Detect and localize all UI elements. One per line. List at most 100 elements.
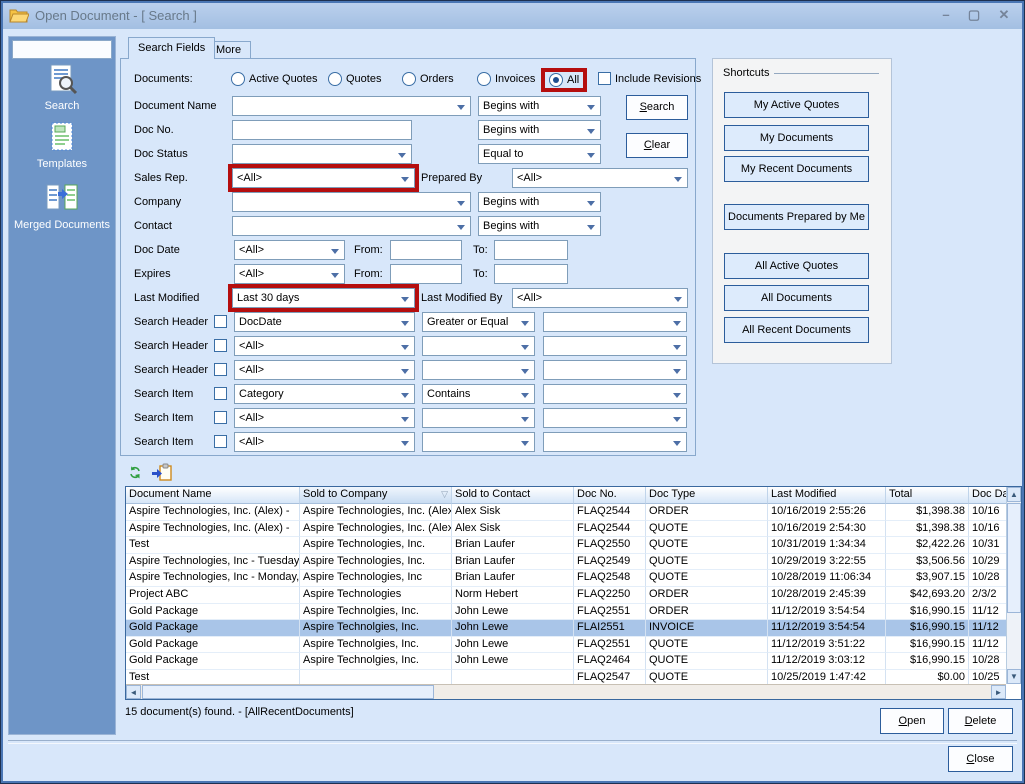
column-header-sold-to-company[interactable]: Sold to Company▽: [300, 487, 452, 504]
chevron-down-icon[interactable]: [521, 345, 529, 350]
search-item-value-combo[interactable]: [543, 384, 687, 404]
company-combo[interactable]: [232, 192, 471, 212]
radio-icon[interactable]: [477, 72, 491, 86]
sales-rep-combo[interactable]: <All>: [232, 168, 415, 188]
chevron-down-icon[interactable]: [521, 393, 529, 398]
scroll-left-button[interactable]: ◄: [126, 685, 141, 699]
column-header-document-name[interactable]: Document Name: [126, 487, 300, 504]
chevron-down-icon[interactable]: [587, 105, 595, 110]
chevron-down-icon[interactable]: [457, 201, 465, 206]
chevron-down-icon[interactable]: [673, 417, 681, 422]
search-header-match-combo[interactable]: Greater or Equal: [422, 312, 535, 332]
chevron-down-icon[interactable]: [587, 129, 595, 134]
close-window-button[interactable]: ✕: [992, 5, 1016, 25]
all-recent-documents-button[interactable]: All Recent Documents: [724, 317, 869, 343]
chevron-down-icon[interactable]: [673, 369, 681, 374]
close-button[interactable]: Close: [948, 746, 1013, 772]
table-row[interactable]: Gold PackageAspire Technolgies, Inc.John…: [126, 637, 1006, 654]
chevron-down-icon[interactable]: [457, 225, 465, 230]
search-item-checkbox[interactable]: [214, 387, 227, 400]
scroll-up-button[interactable]: ▲: [1007, 487, 1021, 502]
chevron-down-icon[interactable]: [673, 321, 681, 326]
all-active-quotes-button[interactable]: All Active Quotes: [724, 253, 869, 279]
search-button[interactable]: Search: [626, 95, 688, 120]
doc-date-to-input[interactable]: [494, 240, 568, 260]
chevron-down-icon[interactable]: [401, 369, 409, 374]
search-item-field-combo[interactable]: <All>: [234, 432, 415, 452]
expires-from-input[interactable]: [390, 264, 462, 284]
prepared-by-combo[interactable]: <All>: [512, 168, 688, 188]
my-active-quotes-button[interactable]: My Active Quotes: [724, 92, 869, 118]
vertical-scrollbar[interactable]: ▲ ▼: [1006, 487, 1021, 684]
column-header-doc-date[interactable]: Doc Date: [969, 487, 1008, 504]
doc-status-combo[interactable]: [232, 144, 412, 164]
radio-quotes[interactable]: Quotes: [328, 72, 381, 86]
radio-all[interactable]: All: [545, 72, 583, 88]
chevron-down-icon[interactable]: [673, 345, 681, 350]
table-row[interactable]: TestFLAQ2547QUOTE10/25/2019 1:47:42$0.00…: [126, 670, 1006, 684]
chevron-down-icon[interactable]: [401, 177, 409, 182]
column-header-doc-no[interactable]: Doc No.: [574, 487, 646, 504]
sidebar-item-merged-documents[interactable]: Merged Documents: [9, 182, 115, 231]
chevron-down-icon[interactable]: [587, 201, 595, 206]
search-header-value-combo[interactable]: [543, 336, 687, 356]
chevron-down-icon[interactable]: [521, 369, 529, 374]
chevron-down-icon[interactable]: [674, 177, 682, 182]
search-header-field-combo[interactable]: <All>: [234, 360, 415, 380]
column-header-sold-to-contact[interactable]: Sold to Contact: [452, 487, 574, 504]
table-row[interactable]: Project ABCAspire TechnologiesNorm Heber…: [126, 587, 1006, 604]
search-item-value-combo[interactable]: [543, 408, 687, 428]
horizontal-scrollbar[interactable]: ◄ ►: [126, 684, 1006, 699]
include-revisions-checkbox[interactable]: Include Revisions: [598, 72, 701, 85]
expires-combo[interactable]: <All>: [234, 264, 345, 284]
radio-icon-selected[interactable]: [549, 73, 563, 87]
chevron-down-icon[interactable]: [521, 321, 529, 326]
search-header-field-combo[interactable]: <All>: [234, 336, 415, 356]
chevron-down-icon[interactable]: [401, 297, 409, 302]
column-header-last-modified[interactable]: Last Modified: [768, 487, 886, 504]
search-item-match-combo[interactable]: [422, 408, 535, 428]
chevron-down-icon[interactable]: [398, 153, 406, 158]
chevron-down-icon[interactable]: [521, 441, 529, 446]
table-row[interactable]: TestAspire Technologies, Inc.Brian Laufe…: [126, 537, 1006, 554]
search-header-value-combo[interactable]: [543, 360, 687, 380]
minimize-button[interactable]: –: [934, 5, 958, 25]
last-modified-combo[interactable]: Last 30 days: [232, 288, 415, 308]
radio-icon[interactable]: [231, 72, 245, 86]
radio-icon[interactable]: [402, 72, 416, 86]
chevron-down-icon[interactable]: [587, 153, 595, 158]
chevron-down-icon[interactable]: [673, 441, 681, 446]
table-row[interactable]: Gold PackageAspire Technolgies, Inc.John…: [126, 604, 1006, 621]
search-item-checkbox[interactable]: [214, 411, 227, 424]
search-header-checkbox[interactable]: [214, 339, 227, 352]
chevron-down-icon[interactable]: [401, 417, 409, 422]
copy-to-clipboard-icon[interactable]: [152, 463, 172, 484]
documents-prepared-by-me-button[interactable]: Documents Prepared by Me: [724, 204, 869, 230]
checkbox-icon[interactable]: [598, 72, 611, 85]
scroll-right-button[interactable]: ►: [991, 685, 1006, 699]
doc-no-input[interactable]: [232, 120, 412, 140]
doc-date-combo[interactable]: <All>: [234, 240, 345, 260]
chevron-down-icon[interactable]: [587, 225, 595, 230]
chevron-down-icon[interactable]: [674, 297, 682, 302]
maximize-button[interactable]: ▢: [962, 5, 986, 25]
search-header-match-combo[interactable]: [422, 336, 535, 356]
table-row[interactable]: Aspire Technologies, Inc - Tuesday,Aspir…: [126, 554, 1006, 571]
column-header-total[interactable]: Total: [886, 487, 969, 504]
delete-button[interactable]: Delete: [948, 708, 1013, 734]
open-button[interactable]: Open: [880, 708, 944, 734]
contact-combo[interactable]: [232, 216, 471, 236]
my-recent-documents-button[interactable]: My Recent Documents: [724, 156, 869, 182]
search-header-value-combo[interactable]: [543, 312, 687, 332]
chevron-down-icon[interactable]: [521, 417, 529, 422]
radio-invoices[interactable]: Invoices: [477, 72, 535, 86]
refresh-icon[interactable]: [128, 465, 142, 483]
expires-to-input[interactable]: [494, 264, 568, 284]
scroll-down-button[interactable]: ▼: [1007, 669, 1021, 684]
radio-icon[interactable]: [328, 72, 342, 86]
search-item-value-combo[interactable]: [543, 432, 687, 452]
chevron-down-icon[interactable]: [401, 441, 409, 446]
column-header-doc-type[interactable]: Doc Type: [646, 487, 768, 504]
sidebar-item-templates[interactable]: Templates: [9, 121, 115, 170]
search-item-checkbox[interactable]: [214, 435, 227, 448]
